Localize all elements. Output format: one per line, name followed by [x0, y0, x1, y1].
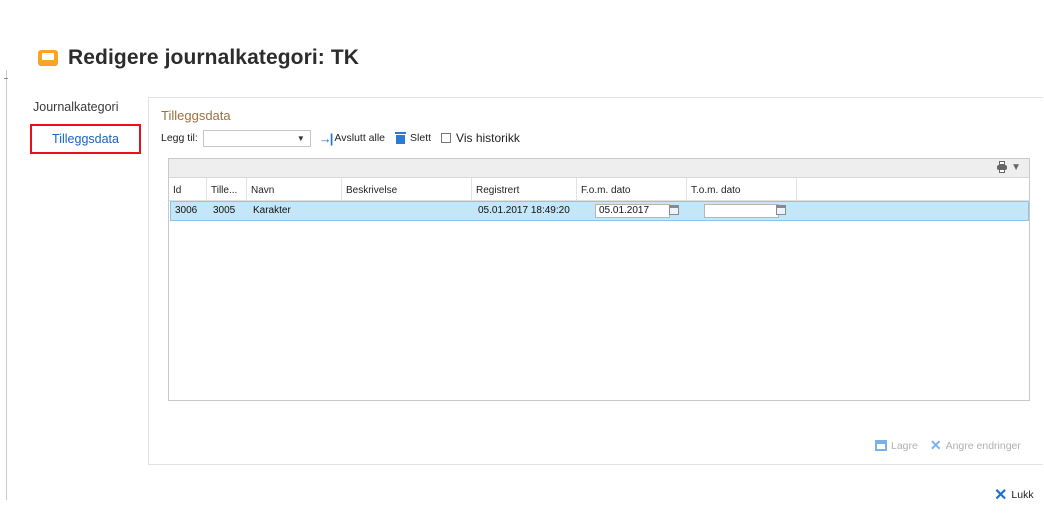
column-header-tom-dato[interactable]: T.o.m. dato	[687, 178, 797, 200]
cell-beskrivelse	[344, 202, 348, 220]
close-label: Lukk	[1011, 489, 1034, 501]
grid-top-bar: ▼	[169, 159, 1029, 178]
print-icon[interactable]	[996, 161, 1008, 173]
column-header-beskrivelse[interactable]: Beskrivelse	[342, 178, 472, 200]
table-row[interactable]: 3006 3005 Karakter 05.01.2017 18:49:20 0…	[170, 201, 1029, 221]
nav-item-tilleggsdata[interactable]: Tilleggsdata	[30, 124, 141, 154]
calendar-icon[interactable]	[669, 205, 679, 215]
data-grid: ▼ Id Tille... Navn Beskrivelse Registrer…	[168, 158, 1030, 401]
calendar-icon[interactable]	[776, 205, 786, 215]
save-button[interactable]: Lagre	[891, 440, 918, 452]
show-history-label: Vis historikk	[456, 131, 520, 145]
column-header-tillegg[interactable]: Tille...	[207, 178, 247, 200]
chevron-down-icon[interactable]: ▼	[1011, 162, 1021, 173]
close-icon: ✕	[994, 487, 1008, 504]
cell-tillegg: 3005	[213, 205, 236, 216]
dialog-title: Redigere journalkategori: TK	[68, 46, 360, 69]
fom-date-input[interactable]: 05.01.2017	[595, 204, 670, 218]
delete-button[interactable]: Slett	[395, 132, 431, 144]
nav-item-journalkategori[interactable]: Journalkategori	[33, 100, 118, 114]
add-select[interactable]: ▼	[202, 129, 311, 147]
arrow-to-end-icon: →|	[318, 130, 334, 146]
tilleggsdata-panel: Tilleggsdata Legg til: ▼ →| Avslutt alle…	[148, 97, 1043, 465]
column-header-registrert[interactable]: Registrert	[472, 178, 577, 200]
cell-id: 3006	[175, 205, 198, 216]
column-header-id[interactable]: Id	[169, 178, 207, 200]
column-header-fom-dato[interactable]: F.o.m. dato	[577, 178, 687, 200]
save-actions: Lagre ✕ Angre endringer	[875, 437, 1021, 454]
end-all-label: Avslutt alle	[334, 132, 386, 144]
window-left-border	[6, 70, 7, 500]
close-button[interactable]: ✕ Lukk	[994, 485, 1034, 505]
trash-icon	[395, 132, 407, 144]
show-history-checkbox[interactable]	[441, 133, 452, 143]
save-icon	[875, 440, 887, 451]
tom-date-input[interactable]	[704, 204, 779, 218]
cell-navn: Karakter	[253, 205, 291, 216]
delete-label: Slett	[410, 132, 432, 144]
cell-registrert: 05.01.2017 18:49:20	[478, 205, 570, 216]
grid-toolbar: Legg til: ▼ →| Avslutt alle Slett Vis hi…	[161, 128, 530, 148]
panel-title: Tilleggsdata	[161, 108, 231, 123]
end-all-button[interactable]: →| Avslutt alle	[319, 131, 385, 146]
close-icon: ✕	[929, 437, 942, 453]
dialog-header: Redigere journalkategori: TK	[38, 46, 359, 70]
journal-category-icon	[38, 49, 58, 67]
undo-changes-button[interactable]: Angre endringer	[946, 440, 1021, 452]
column-header-navn[interactable]: Navn	[247, 178, 342, 200]
window-edge-mark	[4, 78, 8, 79]
chevron-down-icon: ▼	[296, 133, 305, 143]
add-label: Legg til:	[161, 132, 198, 144]
show-history-toggle[interactable]: Vis historikk	[441, 131, 520, 145]
grid-header: Id Tille... Navn Beskrivelse Registrert …	[169, 178, 1029, 201]
nav-item-label: Tilleggsdata	[52, 132, 119, 146]
